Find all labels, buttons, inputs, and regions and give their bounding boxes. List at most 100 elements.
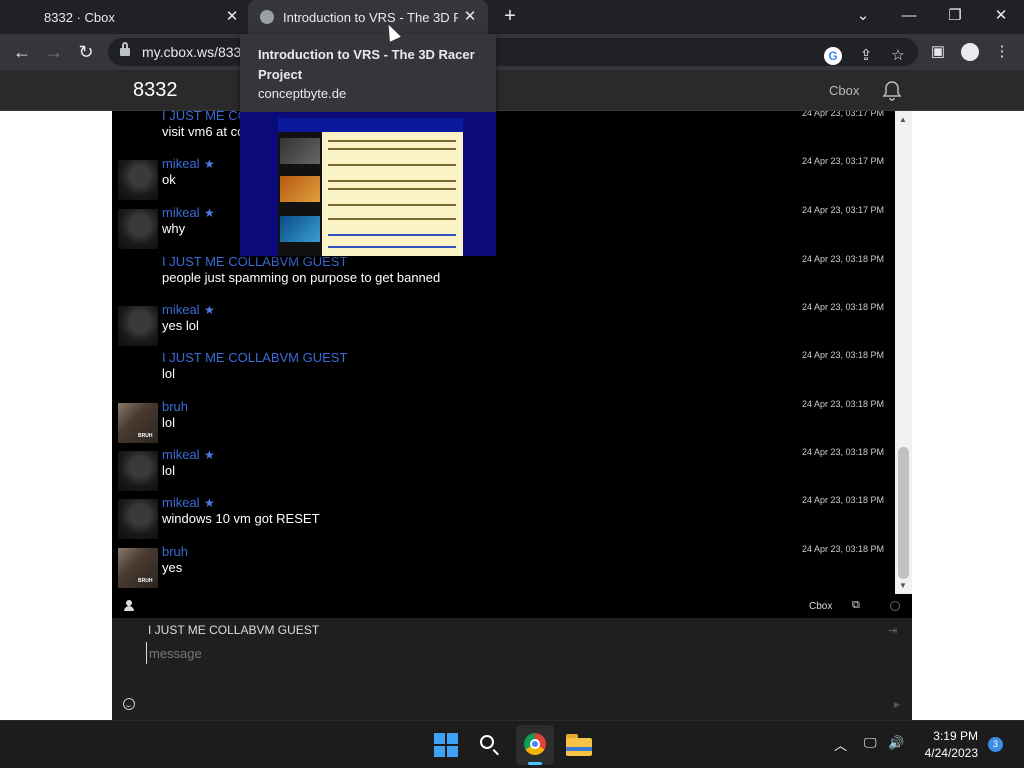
message-timestamp: 24 Apr 23, 03:18 PM bbox=[801, 399, 884, 409]
message-timestamp: 24 Apr 23, 03:17 PM bbox=[801, 205, 884, 215]
cbox-header: 8332 Cbox bbox=[0, 70, 1024, 111]
message-text: windows 10 vm got RESET bbox=[162, 511, 320, 526]
message-username[interactable]: bruh bbox=[162, 399, 188, 414]
hover-card-preview bbox=[240, 112, 496, 256]
chat-message-list[interactable]: I JUST ME COLLABVM GUESTvisit vm6 at col… bbox=[112, 111, 895, 594]
smiley-icon[interactable] bbox=[123, 698, 135, 710]
message-username[interactable]: I JUST ME COLLABVM GUEST bbox=[162, 254, 347, 269]
message-timestamp: 24 Apr 23, 03:17 PM bbox=[801, 111, 884, 118]
reload-icon[interactable]: ↻ bbox=[74, 40, 98, 64]
windows-start-icon[interactable] bbox=[434, 733, 458, 757]
star-icon: ★ bbox=[204, 496, 215, 510]
google-lens-icon[interactable]: G bbox=[824, 47, 842, 65]
message-timestamp: 24 Apr 23, 03:18 PM bbox=[801, 350, 884, 360]
message-username[interactable]: mikeal bbox=[162, 302, 200, 317]
message-username[interactable]: mikeal bbox=[162, 495, 200, 510]
restore-icon[interactable]: ❐ bbox=[942, 4, 968, 28]
star-icon: ★ bbox=[204, 448, 215, 462]
avatar[interactable] bbox=[118, 306, 158, 346]
chat-message: I JUST ME COLLABVM GUESTvisit vm6 at col… bbox=[112, 111, 895, 156]
chat-message: bruhlol 24 Apr 23, 03:18 PM bbox=[112, 399, 895, 447]
message-timestamp: 24 Apr 23, 03:17 PM bbox=[801, 156, 884, 166]
hover-card-title: Introduction to VRS - The 3D Racer Proje… bbox=[258, 47, 475, 82]
message-timestamp: 24 Apr 23, 03:18 PM bbox=[801, 302, 884, 312]
avatar[interactable] bbox=[118, 499, 158, 539]
chat-message: mikeal ★ yes lol 24 Apr 23, 03:18 PM bbox=[112, 302, 895, 350]
chevron-up-icon[interactable]: ︿ bbox=[834, 735, 847, 754]
message-text: lol bbox=[162, 366, 176, 381]
new-tab-button[interactable]: + bbox=[500, 6, 520, 26]
clock-date[interactable]: 4/24/2023 bbox=[916, 746, 978, 760]
notification-badge[interactable]: 3 bbox=[988, 737, 1003, 752]
message-text: lol bbox=[162, 463, 176, 478]
chat-message: mikeal ★ why 24 Apr 23, 03:17 PM bbox=[112, 205, 895, 253]
message-timestamp: 24 Apr 23, 03:18 PM bbox=[801, 495, 884, 505]
profile-icon[interactable] bbox=[961, 43, 979, 61]
popout-icon[interactable]: ⧉ bbox=[852, 599, 860, 612]
tab-close-icon[interactable]: ✕ bbox=[462, 9, 478, 25]
scroll-thumb[interactable] bbox=[898, 447, 909, 579]
name-field[interactable]: I JUST ME COLLABVM GUEST bbox=[148, 623, 319, 637]
share-icon[interactable]: ⇪ bbox=[854, 44, 878, 68]
scroll-down-icon[interactable]: ▼ bbox=[899, 581, 907, 590]
chat-scrollbar[interactable]: ▲ ▼ bbox=[895, 111, 912, 594]
chat-input-area: I JUST ME COLLABVM GUEST ⇥ ▶ bbox=[112, 618, 912, 720]
clock-time[interactable]: 3:19 PM bbox=[928, 729, 978, 743]
cbox-brand-link[interactable]: Cbox bbox=[829, 83, 859, 98]
tab-cbox[interactable]: 8332 · Cbox ✕ bbox=[0, 0, 248, 34]
minimize-icon[interactable]: — bbox=[896, 4, 922, 28]
tab-title: Introduction to VRS - The 3D Racer Proje… bbox=[283, 9, 458, 25]
browser-tab-strip: 8332 · Cbox ✕ Introduction to VRS - The … bbox=[0, 0, 1024, 34]
avatar[interactable] bbox=[118, 548, 158, 588]
preview-thumbnail bbox=[278, 118, 463, 256]
network-icon[interactable]: 🖵 bbox=[864, 735, 877, 751]
message-text: people just spamming on purpose to get b… bbox=[162, 270, 441, 285]
chrome-icon[interactable] bbox=[516, 725, 554, 765]
avatar[interactable] bbox=[118, 403, 158, 443]
tab-close-icon[interactable]: ✕ bbox=[224, 9, 240, 25]
bell-icon[interactable] bbox=[880, 79, 904, 103]
message-username[interactable]: mikeal bbox=[162, 447, 200, 462]
window-close-icon[interactable]: ✕ bbox=[988, 4, 1014, 28]
send-icon[interactable]: ▶ bbox=[894, 700, 900, 709]
back-icon[interactable]: ← bbox=[10, 40, 34, 64]
hover-card-domain: conceptbyte.de bbox=[258, 86, 347, 101]
message-text: ok bbox=[162, 172, 176, 187]
volume-icon[interactable]: 🔊 bbox=[888, 735, 904, 751]
page-title: 8332 bbox=[133, 79, 178, 101]
message-timestamp: 24 Apr 23, 03:18 PM bbox=[801, 254, 884, 264]
tab-search-icon[interactable]: ⌄ bbox=[850, 4, 876, 28]
message-input[interactable] bbox=[146, 642, 866, 664]
avatar[interactable] bbox=[118, 160, 158, 200]
side-panel-icon[interactable]: ▣ bbox=[926, 40, 950, 64]
message-username[interactable]: I JUST ME COLLABVM GUEST bbox=[162, 350, 347, 365]
login-icon[interactable]: ⇥ bbox=[888, 624, 897, 637]
file-explorer-icon[interactable] bbox=[566, 734, 592, 756]
page-margin-left bbox=[0, 111, 112, 720]
windows-taskbar: ︿ 🖵 🔊 3:19 PM 4/24/2023 3 bbox=[0, 720, 1024, 768]
cbox-toolbar: Cbox ⧉ bbox=[112, 594, 912, 618]
url-text[interactable]: my.cbox.ws/8332 bbox=[142, 44, 249, 60]
bookmark-star-icon[interactable]: ☆ bbox=[886, 44, 910, 68]
chat-message: mikeal ★ lol 24 Apr 23, 03:18 PM bbox=[112, 447, 895, 495]
message-username[interactable]: mikeal bbox=[162, 205, 200, 220]
search-icon[interactable] bbox=[479, 734, 501, 756]
message-username[interactable]: bruh bbox=[162, 544, 188, 559]
star-icon: ★ bbox=[204, 303, 215, 317]
menu-icon[interactable]: ⋮ bbox=[990, 40, 1014, 64]
avatar[interactable] bbox=[118, 451, 158, 491]
message-text: yes lol bbox=[162, 318, 199, 333]
tab-vrs[interactable]: Introduction to VRS - The 3D Racer Proje… bbox=[248, 0, 488, 34]
chat-message: I JUST ME COLLABVM GUEST lol 24 Apr 23, 03… bbox=[112, 350, 895, 398]
cbox-link[interactable]: Cbox bbox=[809, 601, 832, 612]
avatar[interactable] bbox=[118, 209, 158, 249]
scroll-up-icon[interactable]: ▲ bbox=[899, 115, 907, 124]
status-icon bbox=[890, 601, 900, 611]
user-icon[interactable] bbox=[124, 600, 134, 612]
message-username[interactable]: mikeal bbox=[162, 156, 200, 171]
message-timestamp: 24 Apr 23, 03:18 PM bbox=[801, 544, 884, 554]
forward-icon[interactable]: → bbox=[42, 40, 66, 64]
chat-message: bruhyes 24 Apr 23, 03:18 PM bbox=[112, 544, 895, 592]
lock-icon[interactable] bbox=[120, 42, 130, 57]
address-bar[interactable]: my.cbox.ws/8332 G ⇪ ☆ bbox=[108, 38, 918, 66]
